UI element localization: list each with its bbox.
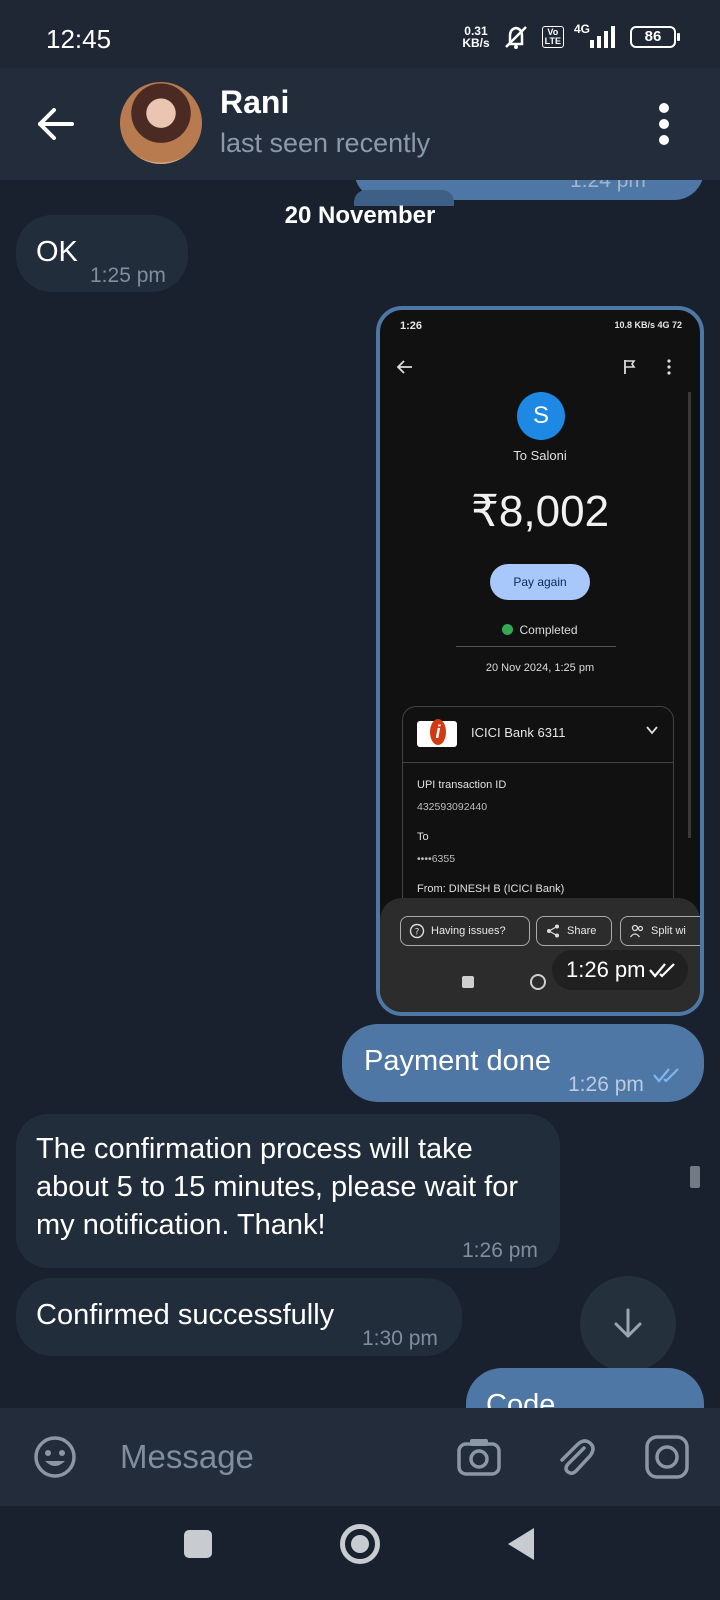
volte-icon: Vo LTE [541, 26, 564, 48]
battery-icon: 86 [630, 26, 680, 48]
help-icon: ? [409, 923, 425, 939]
message-time: 1:26 pm [462, 1239, 538, 1262]
status-icons: 0.31 KB/s Vo LTE 4G 86 [462, 20, 680, 54]
message-incoming[interactable]: OK 1:25 pm [16, 215, 188, 292]
status-bar: 12:45 0.31 KB/s Vo LTE 4G 86 [0, 0, 720, 68]
emoji-icon[interactable] [32, 1434, 78, 1480]
message-time: 1:25 pm [90, 264, 166, 287]
payment-datetime: 20 Nov 2024, 1:25 pm [485, 662, 595, 674]
status-time: 12:45 [46, 24, 112, 54]
scroll-down-button[interactable] [580, 1276, 676, 1372]
recipient-name: To Saloni [513, 448, 567, 463]
double-check-icon [649, 963, 675, 978]
camera-icon[interactable] [456, 1434, 502, 1480]
system-nav-bar [0, 1506, 720, 1600]
divider [456, 646, 616, 647]
contact-status: last seen recently [220, 128, 431, 158]
payment-screenshot-image[interactable]: 1:26 10.8 KB/s 4G 72 S To Saloni ₹8,002 … [376, 306, 704, 1016]
message-text: The confirmation process will take about… [36, 1133, 519, 1241]
message-text: Code [486, 1389, 556, 1408]
message-incoming[interactable]: Confirmed successfully 1:30 pm [16, 1278, 462, 1356]
chat-header: Rani last seen recently [0, 68, 720, 180]
people-icon [629, 924, 644, 938]
network-speed: 0.31 KB/s [462, 24, 490, 50]
check-icon [502, 624, 514, 635]
attach-icon[interactable] [552, 1434, 598, 1480]
mute-icon [504, 26, 527, 49]
chevron-down-icon [646, 726, 658, 735]
screenshot-nav-square-icon [462, 976, 474, 988]
share-icon [547, 924, 559, 938]
arrow-down-icon [614, 1308, 642, 1338]
payment-screenshot-content: 1:26 10.8 KB/s 4G 72 S To Saloni ₹8,002 … [380, 310, 700, 1012]
contact-avatar[interactable] [120, 82, 202, 164]
bank-row: ICICI Bank 6311 [403, 707, 673, 763]
home-circle-icon[interactable] [340, 1524, 380, 1564]
share-chip: Share [536, 916, 612, 946]
message-input[interactable]: Message [120, 1438, 254, 1476]
scroll-indicator[interactable] [690, 1166, 700, 1188]
back-arrow-icon[interactable] [30, 98, 82, 150]
back-triangle-icon[interactable] [506, 1526, 536, 1562]
message-list[interactable]: 1:24 pm 20 November OK 1:25 pm 1:26 10.8… [0, 180, 720, 1408]
message-time: 1:30 pm [362, 1327, 438, 1350]
message-text: Payment done [364, 1045, 552, 1077]
having-issues-chip: ? Having issues? [400, 916, 530, 946]
payment-amount: ₹8,002 [470, 487, 610, 536]
message-outgoing[interactable]: Code [466, 1368, 704, 1408]
signal-icon: 4G [574, 22, 620, 50]
recipient-avatar: S [517, 392, 565, 440]
recents-square-icon[interactable] [184, 1530, 212, 1558]
screenshot-flag-icon [624, 360, 636, 374]
image-timestamp: 1:26 pm [552, 950, 688, 990]
message-outgoing[interactable]: Payment done 1:26 pm [342, 1024, 704, 1102]
svg-text:?: ? [415, 928, 420, 938]
message-incoming[interactable]: The confirmation process will take about… [16, 1114, 560, 1268]
pay-again-button: Pay again [490, 564, 590, 600]
instant-camera-icon[interactable] [644, 1434, 690, 1480]
split-chip: Split wi [620, 916, 700, 946]
screenshot-back-icon [396, 360, 412, 374]
message-text: OK [36, 236, 78, 268]
message-text: Confirmed successfully [36, 1299, 335, 1331]
bank-logo-icon [417, 719, 457, 747]
message-time: 1:26 pm [568, 1073, 644, 1096]
screenshot-more-icon [667, 359, 671, 375]
payment-status: Completed [380, 623, 700, 637]
more-options-icon[interactable] [654, 100, 674, 148]
contact-name[interactable]: Rani [220, 84, 289, 121]
screenshot-nav-home-icon [530, 974, 546, 990]
double-check-icon [653, 1068, 679, 1083]
message-input-bar: Message [0, 1408, 720, 1506]
